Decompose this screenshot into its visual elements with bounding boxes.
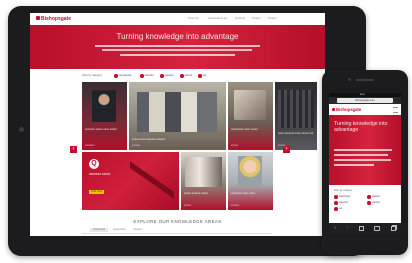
filter-chip-2[interactable]: xxxxxxx <box>140 74 154 78</box>
card-caption: xxxxx xxxxxx xxxxx <box>184 191 208 195</box>
nav-link-2[interactable]: xxxxxxxxxxxx xxx <box>208 17 227 21</box>
article-card[interactable]: xxxxx xxxx xxxxxxx xxxxxx xxxxxxx <box>129 82 226 150</box>
bookmark-icon[interactable] <box>374 225 381 231</box>
phone-browser-toolbar: ‹ › <box>329 223 401 233</box>
filter-chip-4[interactable]: xxxxxx <box>180 74 192 78</box>
featured-title: xxxxxxx xxxxx <box>89 172 111 176</box>
phone-filter-chip-1[interactable]: xxxxxxxxxx <box>334 195 350 199</box>
phone-menu-icon[interactable] <box>393 107 398 113</box>
share-icon[interactable] <box>358 225 364 231</box>
nav-link-3[interactable]: xxxxxxxx <box>235 17 245 21</box>
phone-url-field[interactable]: bishopsgate.com <box>337 98 393 103</box>
phone-speaker <box>356 79 374 81</box>
phone-hero-text-line <box>334 154 388 156</box>
featured-card[interactable]: Q xxxxxxx xxxxx xxxx xxxx <box>82 152 179 210</box>
featured-badge-icon: Q <box>89 159 99 169</box>
card-photo <box>238 156 262 186</box>
nav-link-4[interactable]: xxxxxxx <box>252 17 261 21</box>
filter-chip-icon <box>367 195 371 199</box>
logo-mark-icon <box>332 108 335 111</box>
carousel-prev-button[interactable]: ‹ <box>70 146 77 153</box>
filter-chip-icon <box>180 74 184 78</box>
phone-hero-text-line <box>334 164 374 166</box>
phone-filter-chip-2[interactable]: xxxxxxx <box>367 195 380 199</box>
forward-icon[interactable]: › <box>346 225 348 231</box>
hero-title: Turning knowledge into advantage <box>116 32 239 41</box>
card-photo <box>185 157 222 187</box>
filter-chip-5[interactable]: xxx <box>198 74 206 78</box>
explore-divider <box>82 233 272 234</box>
tablet-camera <box>19 127 24 132</box>
card-photo <box>234 90 266 120</box>
phone-hero-text-line <box>334 149 392 151</box>
card-caption: xxxx xxxxxxx xxxx xxxxx xxx <box>278 131 314 135</box>
article-card[interactable]: xxxxxxxx xxxx xxxx xxxxxxx <box>228 152 273 210</box>
card-category: xxxxxxxx <box>85 144 95 147</box>
phone-hero-title: Turning knowledge into advantage <box>334 121 388 133</box>
phone-site-logo[interactable]: Bishopsgate <box>332 107 361 113</box>
explore-tab-3[interactable]: xxxxxxx <box>133 228 142 232</box>
filter-label: Filter by category <box>82 74 102 77</box>
card-category: xxxxxx <box>184 204 192 207</box>
filter-chip-icon <box>334 201 338 205</box>
tabs-icon[interactable] <box>390 225 396 231</box>
article-card[interactable]: xxxxxxxxx xxxx xxxxx xxxxxx <box>228 82 273 150</box>
logo-mark-icon <box>36 16 40 20</box>
card-caption: xxxxxxxxx xxxx xxxxx <box>231 127 258 131</box>
phone-filter-label: Filter by category <box>334 189 353 192</box>
filter-chip-icon <box>114 74 118 78</box>
article-card[interactable]: xxxx xxxxxxx xxxx xxxxx xxx xxxxxx <box>275 82 317 150</box>
filter-chip-icon <box>334 207 338 211</box>
filter-chip-1[interactable]: xxxxxxxxxx <box>114 74 131 78</box>
card-category: xxxxxx <box>231 144 239 147</box>
explore-title: EXPLORE OUR KNOWLEDGE AREAS <box>133 219 222 224</box>
nav-link-5[interactable]: xxxxxxx <box>268 17 277 21</box>
explore-tab-2[interactable]: xxxxxxxxxx <box>113 228 126 232</box>
filter-chip-icon <box>140 74 144 78</box>
phone-filter-chip-4[interactable]: xxxxxxx <box>367 201 380 205</box>
phone-filter-chip-5[interactable]: xxx <box>334 207 342 211</box>
filter-chip-3[interactable]: xxxxxxx <box>160 74 174 78</box>
nav-link-1[interactable]: xxxxx xxx <box>188 17 199 21</box>
card-category: xxxxxxx <box>231 204 240 207</box>
card-caption: xxxxxxxx xxxx xxxx <box>231 191 255 195</box>
card-category: xxxxxxx <box>132 144 141 147</box>
phone-hero-text-line <box>334 159 391 161</box>
article-card[interactable]: xxxxx xxxxxx xxxxx xxxxxx <box>181 152 226 210</box>
phone-hero-banner: Turning knowledge into advantage <box>329 115 401 185</box>
hero-text-line <box>102 49 252 51</box>
phone-camera <box>348 78 351 81</box>
explore-tab-1[interactable]: Intellectual <box>90 228 108 232</box>
phone-address-bar: bishopsgate.com <box>329 97 401 104</box>
filter-chip-icon <box>198 74 202 78</box>
article-card[interactable]: xxxxxxx xxxxx xxxx xxxxx xxxxxxxx <box>82 82 127 150</box>
featured-button[interactable]: xxxx xxxx <box>89 190 105 194</box>
tablet-screen: Bishopsgate xxxxx xxx xxxxxxxxxxxx xxx x… <box>30 13 325 236</box>
card-photo <box>137 92 217 132</box>
carousel-next-button[interactable]: › <box>283 146 290 153</box>
back-icon[interactable]: ‹ <box>334 225 336 231</box>
card-caption: xxxxxxx xxxxx xxxx xxxxx <box>85 127 117 131</box>
phone-screen: xxxx bishopsgate.com Bishopsgate Turning… <box>329 93 401 233</box>
card-photo <box>92 90 116 122</box>
card-caption: xxxxx xxxx xxxxxxx xxxxxx <box>132 137 166 141</box>
featured-pen-graphic <box>130 158 174 202</box>
hero-text-line <box>120 54 235 56</box>
filter-chip-icon <box>160 74 164 78</box>
filter-chip-icon <box>334 195 338 199</box>
hero-text-line <box>95 45 260 47</box>
card-photo <box>278 90 314 128</box>
phone-filter-chip-3[interactable]: xxxxxxxx <box>334 201 348 205</box>
hero-banner: Turning knowledge into advantage <box>30 25 325 69</box>
filter-chip-icon <box>367 201 371 205</box>
site-logo[interactable]: Bishopsgate <box>36 16 71 22</box>
